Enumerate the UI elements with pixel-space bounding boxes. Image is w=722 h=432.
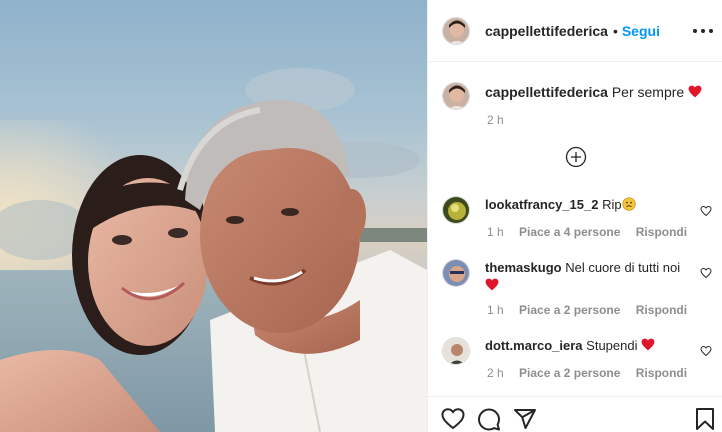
bookmark-icon[interactable] xyxy=(693,407,717,431)
caption-text: Per sempre xyxy=(611,84,685,100)
comment-item: themaskugo Nel cuore di tutti noi xyxy=(442,259,712,295)
post-side-panel: cappellettifederica • Segui cappellettif… xyxy=(427,0,722,432)
comment-bubble-icon[interactable] xyxy=(477,407,501,431)
avatar-image xyxy=(443,83,469,109)
post-caption: cappellettifederica Per sempre xyxy=(442,82,712,110)
avatar-image xyxy=(443,17,469,44)
reply-button[interactable]: Rispondi xyxy=(636,225,687,239)
post-actions-bar xyxy=(428,396,722,432)
comment-text: Stupendi xyxy=(586,338,638,353)
comment-meta: 2 h Piace a 2 persone Rispondi xyxy=(487,366,699,380)
comment-time[interactable]: 2 h xyxy=(487,366,504,380)
commenter-avatar[interactable] xyxy=(442,196,470,224)
comment-text: Rip xyxy=(602,197,622,212)
comment-time[interactable]: 1 h xyxy=(487,303,504,317)
paper-plane-icon[interactable] xyxy=(513,407,537,431)
reply-button[interactable]: Rispondi xyxy=(636,303,687,317)
comment-meta: 1 h Piace a 4 persone Rispondi xyxy=(487,225,699,239)
load-more-comments-button[interactable] xyxy=(565,146,587,168)
comment-item: dott.marco_iera Stupendi xyxy=(442,337,712,365)
post-photo[interactable] xyxy=(0,0,427,432)
comment-item: lookatfrancy_15_2 Rip xyxy=(442,196,712,224)
more-options-icon[interactable] xyxy=(693,22,713,40)
comment-likes[interactable]: Piace a 4 persone xyxy=(519,225,620,239)
avatar-image xyxy=(443,338,469,364)
reply-button[interactable]: Rispondi xyxy=(636,366,687,380)
commenter-avatar[interactable] xyxy=(442,259,470,287)
comment-username[interactable]: lookatfrancy_15_2 xyxy=(485,197,598,212)
avatar-image xyxy=(443,197,469,223)
red-heart-emoji xyxy=(688,85,702,98)
comment-likes[interactable]: Piace a 2 persone xyxy=(519,366,620,380)
author-username[interactable]: cappellettifederica xyxy=(485,23,608,39)
plus-circle-icon xyxy=(565,146,587,168)
avatar-image xyxy=(443,260,469,286)
heart-outline-icon[interactable] xyxy=(700,205,712,217)
red-heart-emoji xyxy=(641,338,655,351)
comment-likes[interactable]: Piace a 2 persone xyxy=(519,303,620,317)
selfie-image xyxy=(0,68,427,432)
heart-outline-icon[interactable] xyxy=(441,407,465,431)
comment-meta: 1 h Piace a 2 persone Rispondi xyxy=(487,303,699,317)
comment-text: Nel cuore di tutti noi xyxy=(565,260,681,275)
heart-outline-icon[interactable] xyxy=(700,267,712,279)
comment-username[interactable]: themaskugo xyxy=(485,260,562,275)
follow-button[interactable]: Segui xyxy=(622,23,660,39)
heart-outline-icon[interactable] xyxy=(700,345,712,357)
caption-time[interactable]: 2 h xyxy=(487,113,504,127)
caption-avatar[interactable] xyxy=(442,82,470,110)
comment-username[interactable]: dott.marco_iera xyxy=(485,338,583,353)
comment-time[interactable]: 1 h xyxy=(487,225,504,239)
commenter-avatar[interactable] xyxy=(442,337,470,365)
caption-username[interactable]: cappellettifederica xyxy=(485,84,608,100)
post-header: cappellettifederica • Segui xyxy=(428,0,722,62)
author-avatar[interactable] xyxy=(442,16,470,45)
red-heart-emoji xyxy=(485,278,499,291)
frowning-face-emoji xyxy=(621,197,636,211)
caption-meta: 2 h xyxy=(487,113,516,127)
header-separator: • xyxy=(612,22,618,39)
